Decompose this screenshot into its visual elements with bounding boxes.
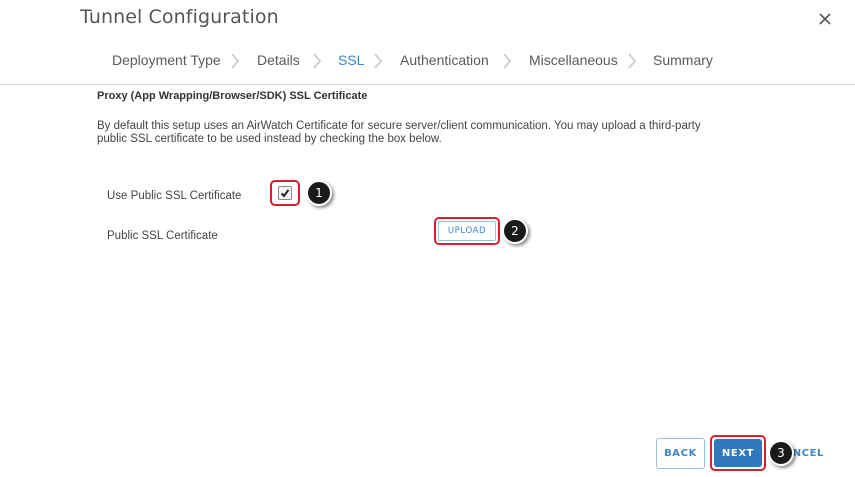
annotation-badge-3: 3 (768, 440, 794, 466)
tunnel-configuration-dialog: Tunnel Configuration Deployment Type Det… (0, 0, 855, 477)
step-authentication[interactable]: Authentication (400, 52, 489, 68)
upload-highlight: UPLOAD (434, 217, 500, 245)
back-button[interactable]: BACK (656, 438, 705, 469)
close-icon (819, 13, 831, 25)
checkmark-icon (280, 189, 290, 198)
use-public-ssl-label: Use Public SSL Certificate (107, 190, 242, 202)
chevron-right-icon (503, 53, 512, 69)
checkbox-highlight (270, 180, 300, 206)
chevron-right-icon (628, 53, 637, 69)
step-deployment-type[interactable]: Deployment Type (112, 52, 221, 68)
upload-button[interactable]: UPLOAD (438, 221, 496, 241)
next-button[interactable]: NEXT (714, 439, 762, 467)
section-description: By default this setup uses an AirWatch C… (97, 120, 701, 145)
wizard-steps: Deployment Type Details SSL Authenticati… (0, 48, 855, 85)
section-heading: Proxy (App Wrapping/Browser/SDK) SSL Cer… (97, 90, 368, 102)
next-highlight: NEXT (710, 435, 766, 471)
cancel-label: NCEL (792, 448, 824, 459)
chevron-right-icon (374, 53, 383, 69)
step-ssl[interactable]: SSL (338, 52, 364, 68)
use-public-ssl-checkbox[interactable] (278, 186, 292, 200)
step-miscellaneous[interactable]: Miscellaneous (529, 52, 618, 68)
public-ssl-label: Public SSL Certificate (107, 230, 218, 242)
step-summary[interactable]: Summary (653, 52, 713, 68)
chevron-right-icon (313, 53, 322, 69)
annotation-badge-1: 1 (306, 180, 332, 206)
annotation-badge-2: 2 (502, 218, 528, 244)
step-details[interactable]: Details (257, 52, 300, 68)
close-button[interactable] (812, 6, 838, 32)
chevron-right-icon (231, 53, 240, 69)
dialog-title: Tunnel Configuration (80, 6, 279, 28)
